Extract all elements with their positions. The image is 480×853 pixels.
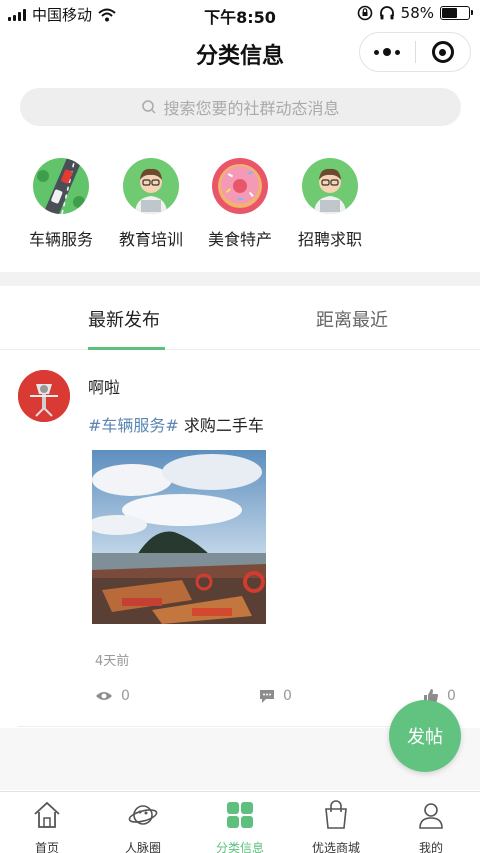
user-icon bbox=[419, 803, 443, 829]
nav-bar: 分类信息 bbox=[0, 28, 480, 76]
tabbar-network[interactable]: 人脉圈 bbox=[98, 800, 188, 853]
post-text: 求购二手车 bbox=[183, 416, 264, 435]
category-label: 招聘求职 bbox=[297, 230, 362, 249]
tabbar-profile[interactable]: 我的 bbox=[386, 800, 476, 853]
comment-button[interactable]: 0 bbox=[259, 688, 292, 704]
tabbar-label: 优选商城 bbox=[311, 841, 360, 853]
post-username[interactable]: 啊啦 bbox=[88, 374, 120, 398]
tabbar-category[interactable]: 分类信息 bbox=[195, 800, 285, 853]
tabbar-label: 我的 bbox=[418, 841, 443, 853]
battery-percent: 58% bbox=[400, 4, 434, 22]
views-count: 0 bbox=[121, 688, 130, 704]
search-bar[interactable]: 搜索您要的社群动态消息 bbox=[20, 88, 461, 126]
views-stat: 0 bbox=[95, 688, 130, 704]
search-placeholder: 搜索您要的社群动态消息 bbox=[163, 99, 340, 118]
post-card[interactable]: 啊啦 #车辆服务# 求购二手车 4天前 0 0 0 bbox=[0, 352, 480, 728]
teacher-avatar-icon bbox=[123, 158, 179, 214]
planet-icon bbox=[128, 805, 158, 825]
category-label: 教育培训 bbox=[118, 230, 183, 249]
category-vehicle[interactable]: 车辆服务 bbox=[21, 158, 101, 250]
status-right: 58% bbox=[357, 4, 473, 22]
post-time: 4天前 bbox=[95, 654, 130, 669]
category-education[interactable]: 教育培训 bbox=[111, 158, 191, 250]
category-label: 车辆服务 bbox=[28, 230, 93, 249]
category-label: 美食特产 bbox=[207, 230, 272, 249]
active-tab-indicator bbox=[88, 347, 165, 350]
donut-icon bbox=[212, 158, 268, 214]
post-tag[interactable]: #车辆服务# bbox=[88, 416, 179, 435]
category-food[interactable]: 美食特产 bbox=[200, 158, 280, 250]
tabbar-home[interactable]: 首页 bbox=[2, 800, 92, 853]
shopping-bag-icon bbox=[325, 800, 347, 829]
tab-latest[interactable]: 最新发布 bbox=[88, 306, 160, 332]
tabbar-label: 首页 bbox=[34, 841, 59, 853]
rotation-lock-icon bbox=[357, 5, 372, 21]
bottom-tab-bar: 首页 人脉圈 分类信息 优选商城 我的 bbox=[0, 791, 480, 853]
eye-icon bbox=[96, 692, 112, 700]
category-recruitment[interactable]: 招聘求职 bbox=[290, 158, 370, 250]
post-image[interactable] bbox=[92, 450, 266, 624]
tabbar-label: 分类信息 bbox=[215, 841, 264, 853]
close-miniprogram-button[interactable] bbox=[416, 33, 471, 71]
headphones-icon bbox=[379, 6, 394, 20]
tabbar-mall[interactable]: 优选商城 bbox=[291, 800, 381, 853]
category-grid: 车辆服务 教育培训 美食特产 招聘求职 bbox=[0, 158, 480, 258]
avatar[interactable] bbox=[18, 370, 70, 422]
tab-nearest[interactable]: 距离最近 bbox=[316, 306, 388, 332]
recruit-avatar-icon bbox=[302, 158, 358, 214]
more-button[interactable] bbox=[360, 33, 415, 71]
feed-tabs: 最新发布 距离最近 bbox=[0, 286, 480, 350]
grid-icon bbox=[227, 802, 253, 828]
target-icon bbox=[431, 41, 454, 63]
search-icon bbox=[142, 100, 157, 114]
likes-count: 0 bbox=[447, 688, 456, 704]
status-bar: 中国移动 下午8:50 58% bbox=[0, 0, 480, 28]
comment-icon bbox=[260, 689, 274, 703]
battery-fill bbox=[442, 8, 458, 18]
home-icon bbox=[34, 801, 60, 828]
more-dots-icon bbox=[374, 48, 401, 56]
car-road-icon bbox=[33, 158, 89, 214]
post-content: #车辆服务# 求购二手车 bbox=[88, 412, 264, 436]
comments-count: 0 bbox=[283, 688, 292, 704]
section-divider bbox=[0, 272, 480, 286]
new-post-button[interactable]: 发帖 bbox=[389, 700, 461, 772]
tabbar-label: 人脉圈 bbox=[124, 841, 161, 853]
battery-icon bbox=[440, 6, 473, 20]
miniprogram-capsule bbox=[359, 32, 471, 72]
